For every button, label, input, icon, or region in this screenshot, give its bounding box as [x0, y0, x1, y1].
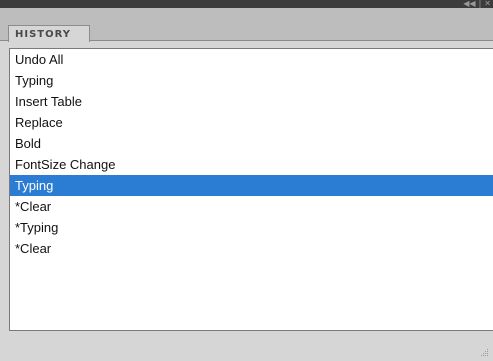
- history-list[interactable]: Undo All Typing Insert Table Replace Bol…: [9, 48, 493, 331]
- history-item[interactable]: Typing: [10, 70, 493, 91]
- collapse-icon[interactable]: ◀◀: [463, 0, 475, 8]
- close-icon[interactable]: ✕: [484, 0, 491, 8]
- status-bar: [0, 331, 493, 361]
- history-item[interactable]: *Typing: [10, 217, 493, 238]
- history-item[interactable]: Undo All: [10, 49, 493, 70]
- tab-history[interactable]: HISTORY: [8, 25, 90, 42]
- resize-grip-icon[interactable]: [480, 348, 489, 357]
- tab-strip: HISTORY: [0, 8, 493, 42]
- divider: |: [478, 0, 482, 8]
- history-item[interactable]: *Clear: [10, 196, 493, 217]
- history-item[interactable]: *Clear: [10, 238, 493, 259]
- history-item[interactable]: FontSize Change: [10, 154, 493, 175]
- history-item-selected[interactable]: Typing: [10, 175, 493, 196]
- titlebar-controls: ◀◀ | ✕: [463, 0, 491, 8]
- panel-titlebar[interactable]: ◀◀ | ✕: [0, 0, 493, 8]
- history-item[interactable]: Insert Table: [10, 91, 493, 112]
- history-item[interactable]: Replace: [10, 112, 493, 133]
- history-panel: ◀◀ | ✕ HISTORY Undo All Typing Insert Ta…: [0, 0, 493, 361]
- history-item[interactable]: Bold: [10, 133, 493, 154]
